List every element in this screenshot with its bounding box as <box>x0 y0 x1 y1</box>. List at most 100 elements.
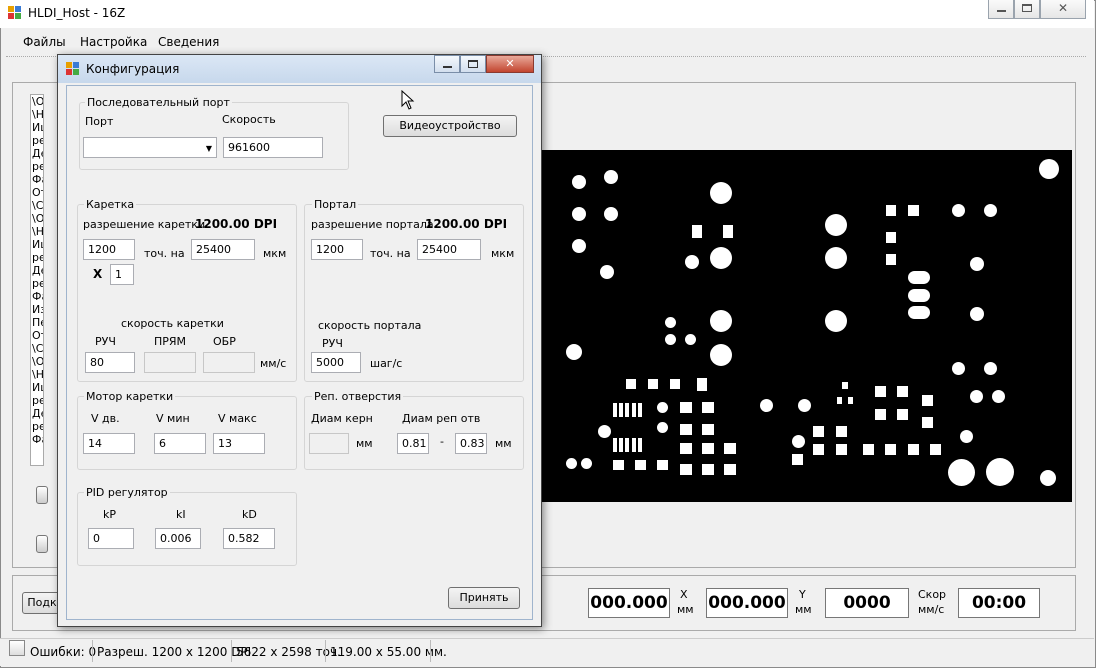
kp-label: kP <box>103 508 117 521</box>
menu-bar: Файлы Настройка Сведения <box>0 32 1094 52</box>
list-item[interactable]: \Обр <box>31 95 43 108</box>
motor-vmin-label: V мин <box>156 412 190 425</box>
dialog-close-button[interactable]: ✕ <box>486 55 534 73</box>
slider-handle[interactable] <box>36 486 48 504</box>
list-item[interactable]: Ище <box>31 238 43 251</box>
menu-settings[interactable]: Настройка <box>80 35 147 49</box>
ki-input[interactable]: 0.006 <box>155 528 201 549</box>
list-item[interactable]: репп <box>31 394 43 407</box>
portal-dots-input[interactable]: 1200 <box>311 239 363 260</box>
speed-label: Скорость <box>222 113 276 126</box>
list-item[interactable]: \Ниж <box>31 368 43 381</box>
carriage-res-value: 1200.00 DPI <box>195 217 278 231</box>
carriage-res-label: разрешение каретки <box>83 218 206 231</box>
dialog-body: Последовательный порт Порт Скорость ▼ 96… <box>66 85 533 620</box>
carriage-manual-label: РУЧ <box>95 335 116 348</box>
motor-v-label: V дв. <box>91 412 120 425</box>
motor-v-input[interactable]: 14 <box>83 433 135 454</box>
list-item[interactable]: \Схе <box>31 342 43 355</box>
status-errors: Ошибки: 0 <box>30 645 97 659</box>
dialog-minimize-button[interactable] <box>434 55 460 73</box>
portal-speed-unit: шаг/с <box>370 357 403 370</box>
list-item[interactable]: репп <box>31 420 43 433</box>
menu-about[interactable]: Сведения <box>158 35 219 49</box>
hole-diam-max-input[interactable]: 0.83 <box>455 433 487 454</box>
carriage-speed-unit: мм/с <box>260 357 287 370</box>
y-unit: мм <box>795 603 812 616</box>
carriage-um-label: мкм <box>263 247 287 260</box>
list-item[interactable]: репп <box>31 160 43 173</box>
list-item[interactable]: Откр <box>31 329 43 342</box>
carriage-x-input[interactable]: 1 <box>110 264 134 285</box>
dialog-title: Конфигурация <box>86 62 180 76</box>
list-item[interactable]: репп <box>31 251 43 264</box>
list-item[interactable]: Дела <box>31 407 43 420</box>
hole-diam-min-input[interactable]: 0.81 <box>397 433 429 454</box>
carriage-rev-label: ОБР <box>213 335 236 348</box>
list-item[interactable]: \Ниж <box>31 225 43 238</box>
speed-unit: мм/с <box>918 603 945 616</box>
close-button[interactable]: ✕ <box>1040 0 1086 19</box>
list-item[interactable]: Дела <box>31 147 43 160</box>
carriage-manual-speed-input[interactable]: 80 <box>85 352 135 373</box>
list-item[interactable]: Ище <box>31 121 43 134</box>
accept-button[interactable]: Принять <box>448 587 520 609</box>
speed-label: Скор <box>918 588 947 601</box>
portal-um-label: мкм <box>491 247 515 260</box>
list-item[interactable]: \Схе <box>31 199 43 212</box>
list-item[interactable]: \Обр <box>31 355 43 368</box>
kp-input[interactable]: 0 <box>88 528 134 549</box>
video-device-button[interactable]: Видеоустройство <box>383 115 517 137</box>
carriage-title: Каретка <box>84 198 137 211</box>
carriage-rev-speed-input[interactable] <box>203 352 255 373</box>
status-resolution: Разреш. 1200 x 1200 DPI <box>97 645 252 659</box>
left-list[interactable]: \Обр\НижИщереппДелареппФайОткр\Схе\Обр\Н… <box>30 94 44 466</box>
serial-port-title: Последовательный порт <box>85 96 232 109</box>
portal-manual-speed-input[interactable]: 5000 <box>311 352 361 373</box>
carriage-dots-label: точ. на <box>144 247 185 260</box>
list-item[interactable]: Дела <box>31 264 43 277</box>
dialog-maximize-button[interactable] <box>460 55 486 73</box>
core-diam-input[interactable] <box>309 433 349 454</box>
list-item[interactable]: Изм <box>31 303 43 316</box>
mouse-cursor-icon <box>401 89 415 113</box>
motor-vmax-label: V макс <box>218 412 257 425</box>
port-select[interactable]: ▼ <box>83 137 217 158</box>
list-item[interactable]: репп <box>31 277 43 290</box>
portal-um-input[interactable]: 25400 <box>417 239 481 260</box>
slider-handle[interactable] <box>36 535 48 553</box>
minimize-button[interactable] <box>988 0 1014 19</box>
carriage-fwd-speed-input[interactable] <box>144 352 196 373</box>
motor-vmax-input[interactable]: 13 <box>213 433 265 454</box>
carriage-speed-title: скорость каретки <box>121 317 224 330</box>
maximize-button[interactable] <box>1014 0 1040 19</box>
list-item[interactable]: \Ниж <box>31 108 43 121</box>
window-title: HLDI_Host - 16Z <box>28 6 126 20</box>
carriage-um-input[interactable]: 25400 <box>191 239 255 260</box>
kd-input[interactable]: 0.582 <box>223 528 275 549</box>
motor-title: Мотор каретки <box>84 390 176 403</box>
list-item[interactable]: Фай <box>31 173 43 186</box>
close-icon: ✕ <box>1057 1 1069 15</box>
core-diam-unit: мм <box>356 437 373 450</box>
connect-button[interactable]: Подк <box>22 592 62 614</box>
carriage-fwd-label: ПРЯМ <box>154 335 187 348</box>
list-item[interactable]: Ище <box>31 381 43 394</box>
menu-files[interactable]: Файлы <box>23 35 66 49</box>
kd-label: kD <box>242 508 257 521</box>
hole-diam-unit: мм <box>495 437 512 450</box>
list-item[interactable]: Фай <box>31 433 43 446</box>
ki-label: kI <box>176 508 186 521</box>
list-item[interactable]: Пере <box>31 316 43 329</box>
y-readout: 000.000 <box>706 588 788 618</box>
dialog-title-bar: Конфигурация ✕ <box>58 55 541 83</box>
list-item[interactable]: \Обр <box>31 212 43 225</box>
pid-title: PID регулятор <box>84 486 170 499</box>
list-item[interactable]: репп <box>31 134 43 147</box>
list-item[interactable]: Фай <box>31 290 43 303</box>
pcb-preview <box>530 150 1072 502</box>
motor-vmin-input[interactable]: 6 <box>154 433 206 454</box>
list-item[interactable]: Откр <box>31 186 43 199</box>
carriage-dots-input[interactable]: 1200 <box>83 239 135 260</box>
baud-rate-input[interactable]: 961600 <box>223 137 323 158</box>
